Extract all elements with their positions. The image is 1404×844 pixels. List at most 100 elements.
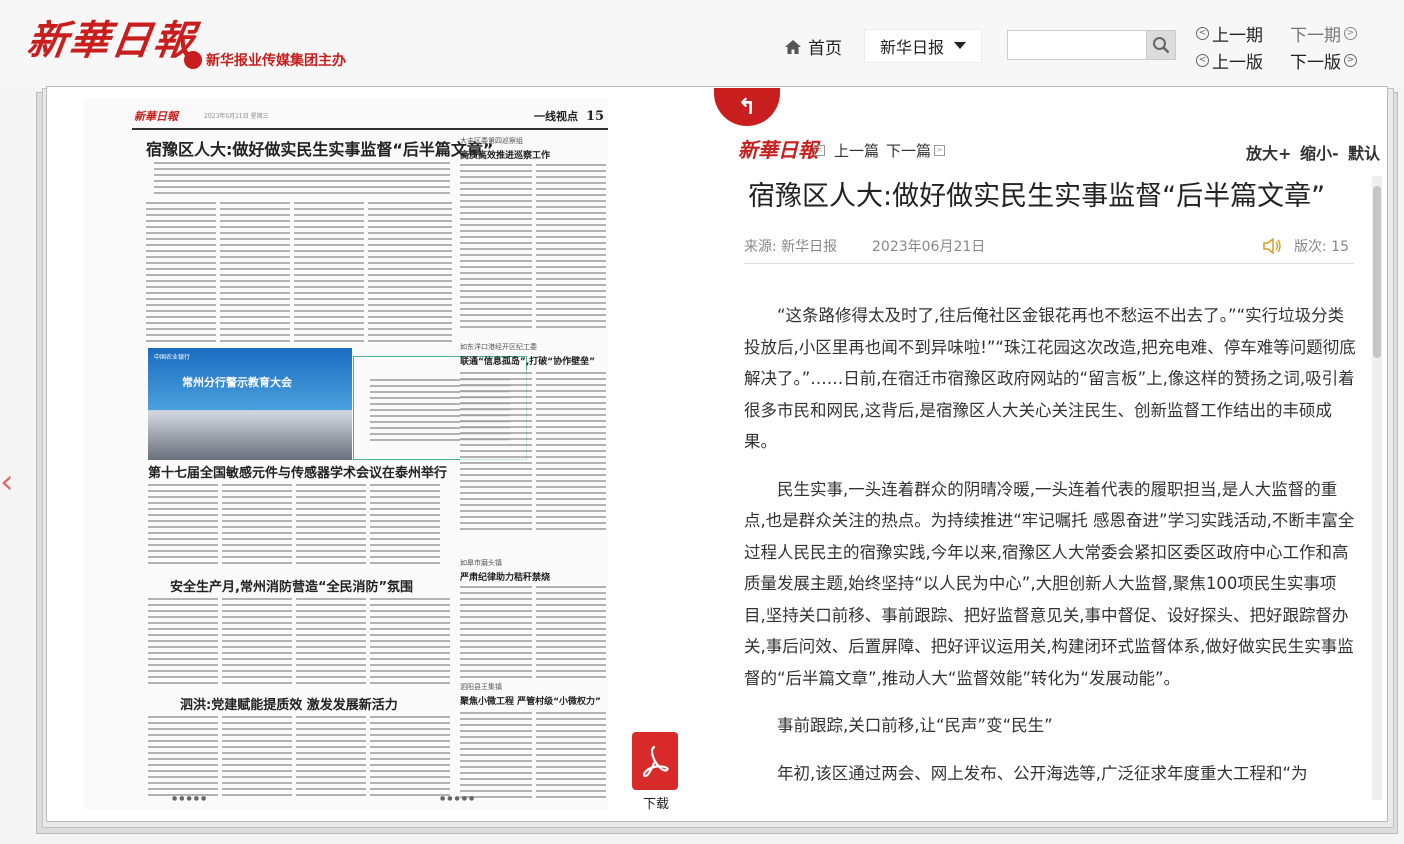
prev-edition-link[interactable]: < 上一版 xyxy=(1196,48,1263,73)
zoom-in-button[interactable]: 放大+ xyxy=(1246,140,1291,164)
photo-banner-text: 常州分行警示教育大会 xyxy=(182,376,292,389)
prev-article-label: 上一篇 xyxy=(834,142,880,160)
np-text xyxy=(460,584,532,678)
np-text xyxy=(222,714,292,800)
page-dots: ●●●●● xyxy=(440,795,477,802)
edition-label: 版次: 15 xyxy=(1294,239,1349,255)
np-headline-main[interactable]: 宿豫区人大:做好做实民生实事监督“后半篇文章” xyxy=(146,136,493,160)
article-title: 宿豫区人大:做好做实民生实事监督“后半篇文章” xyxy=(748,181,1326,212)
next-issue-link[interactable]: 下一期 > xyxy=(1290,21,1357,46)
article-body: “这条路修得太及时了,往后俺社区金银花再也不愁运不出去了。”“实行垃圾分类投放后… xyxy=(744,300,1356,800)
chevron-left-icon: < xyxy=(1196,27,1209,40)
prev-issue-link[interactable]: < 上一期 xyxy=(1196,21,1263,46)
zoom-out-button[interactable]: 缩小- xyxy=(1300,140,1339,164)
download-label[interactable]: 下载 xyxy=(643,793,669,812)
prev-edition-label: 上一版 xyxy=(1212,53,1263,73)
np-text xyxy=(148,482,218,568)
np-subhead[interactable]: 联通“信息孤岛”,打破“协作壁垒” xyxy=(460,354,595,367)
prev-page-arrow[interactable]: ‹ xyxy=(0,462,16,502)
np-subhead[interactable]: 高质高效推进巡察工作 xyxy=(460,148,550,161)
np-text xyxy=(148,596,218,686)
np-text xyxy=(294,200,364,342)
zoom-default-button[interactable]: 默认 xyxy=(1348,140,1380,164)
np-kicker: 如皋市磨头镇 xyxy=(460,559,502,567)
chevron-left-icon: < xyxy=(1196,54,1209,67)
group-logo-icon xyxy=(184,51,202,69)
next-issue-label: 下一期 xyxy=(1290,26,1341,46)
np-text xyxy=(148,714,218,800)
chevron-left-icon: < xyxy=(814,145,825,156)
search-icon xyxy=(1153,37,1170,54)
site-logo[interactable]: 新華日報 xyxy=(24,8,200,66)
article-meta: 来源: 新华日报 2023年06月21日 版次: 15 xyxy=(744,226,1354,264)
np-text xyxy=(296,714,366,800)
speaker-icon[interactable] xyxy=(1262,238,1282,254)
article-subheading: 事前跟踪,关口前移,让“民声”变“民生” xyxy=(777,716,1053,735)
np-text xyxy=(536,584,606,678)
np-text xyxy=(370,596,450,686)
site-header: 新華日報 新华报业传媒集团主办 首页 新华日报 < 上一期 下一期 > < 上一版 下… xyxy=(0,0,1404,88)
article-paragraph: “这条路修得太及时了,往后俺社区金银花再也不愁运不出去了。”“实行垃圾分类投放后… xyxy=(744,306,1356,451)
np-text xyxy=(536,162,606,332)
np-headline-3[interactable]: 安全生产月,常州消防营造“全民消防”氛围 xyxy=(170,576,413,595)
np-rule xyxy=(132,128,608,130)
np-text xyxy=(222,482,292,568)
chevron-right-icon: > xyxy=(1344,54,1357,67)
np-text xyxy=(370,714,450,800)
paper-select[interactable]: 新华日报 xyxy=(864,29,982,63)
back-arrow-icon: ↰ xyxy=(737,94,757,120)
news-photo[interactable]: 中国农业银行 常州分行警示教育大会 xyxy=(148,348,352,460)
photo-bank-logo: 中国农业银行 xyxy=(154,354,191,361)
sublogo-text: 新华报业传媒集团主办 xyxy=(206,53,346,69)
search-input[interactable] xyxy=(1007,30,1147,60)
article-edition: 版次: 15 xyxy=(1262,236,1349,256)
newspaper-page[interactable]: 新華日報 2023年6月21日 星期三 一线视点 15 宿豫区人大:做好做实民生实… xyxy=(84,98,608,810)
article-date: 2023年06月21日 xyxy=(872,239,986,255)
scrollbar-thumb[interactable] xyxy=(1373,186,1381,358)
np-subhead[interactable]: 聚焦小微工程 严管村级“小微权力” xyxy=(460,694,601,707)
paper-select-value: 新华日报 xyxy=(879,38,944,57)
np-lede xyxy=(154,160,450,194)
np-text xyxy=(536,370,606,530)
np-text xyxy=(460,370,532,530)
pdf-icon xyxy=(642,745,669,778)
next-edition-link[interactable]: 下一版 > xyxy=(1290,48,1357,73)
np-masthead: 新華日報 xyxy=(134,110,178,123)
np-headline-2[interactable]: 第十七届全国敏感元件与传感器学术会议在泰州举行 xyxy=(148,462,447,481)
page-dots: ●●●●● xyxy=(172,795,209,802)
np-kicker: 泗阳县王集镇 xyxy=(460,683,502,691)
np-subhead[interactable]: 严肃纪律助力秸秆禁烧 xyxy=(460,570,550,583)
next-edition-label: 下一版 xyxy=(1290,53,1341,73)
caret-down-icon xyxy=(954,42,966,49)
article-panel: 宿豫区人大:做好做实民生实事监督“后半篇文章” 来源: 新华日报 2023年06… xyxy=(726,170,1358,800)
home-link[interactable]: 首页 xyxy=(784,34,842,59)
np-text xyxy=(460,162,532,332)
home-icon xyxy=(785,39,801,54)
article-masthead: 新華日報 xyxy=(738,138,818,162)
np-page-number: 15 xyxy=(586,109,605,124)
chevron-right-icon: > xyxy=(934,145,946,156)
chevron-right-icon: > xyxy=(1344,27,1357,40)
next-article-label: 下一篇 xyxy=(886,142,932,160)
np-text xyxy=(220,200,290,342)
article-source: 来源: 新华日报 xyxy=(744,239,838,255)
article-paragraph: 年初,该区通过两会、网上发布、公开海选等,广泛征求年度重大工程和“为 xyxy=(777,763,1308,783)
np-headline-4[interactable]: 泗洪:党建赋能提质效 激发发展新活力 xyxy=(180,694,398,713)
np-text xyxy=(296,596,366,686)
article-paragraph: 民生实事,一头连着群众的阴晴冷暖,一头连着代表的履职担当,是人大监督的重点,也是… xyxy=(744,479,1355,688)
np-text xyxy=(536,710,606,800)
prev-issue-label: 上一期 xyxy=(1212,26,1263,46)
np-text xyxy=(222,596,292,686)
np-date: 2023年6月21日 星期三 xyxy=(204,113,269,120)
np-text xyxy=(370,482,440,568)
np-text xyxy=(460,710,532,800)
home-label: 首页 xyxy=(808,39,842,59)
search-button[interactable] xyxy=(1146,30,1176,60)
next-article-link[interactable]: 下一篇 > xyxy=(886,140,946,161)
pdf-download-button[interactable] xyxy=(632,732,678,790)
np-section: 一线视点 15 xyxy=(534,108,604,124)
np-kicker: 大丰区委第四巡察组 xyxy=(460,137,523,145)
sublogo: 新华报业传媒集团主办 xyxy=(184,50,346,70)
np-text xyxy=(296,482,366,568)
prev-article-link[interactable]: < 上一篇 xyxy=(814,140,879,161)
